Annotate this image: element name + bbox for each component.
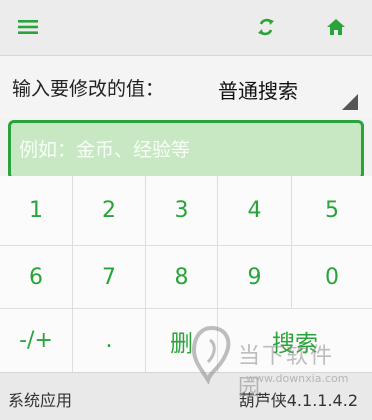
decimal-point-button[interactable]: . xyxy=(73,309,146,372)
key-1[interactable]: 1 xyxy=(0,176,73,246)
dropdown-corner-icon xyxy=(342,94,358,110)
key-6[interactable]: 6 xyxy=(0,246,73,309)
search-mode-value: 普通搜索 xyxy=(218,79,298,103)
sign-toggle-button[interactable]: -/+ xyxy=(0,309,73,372)
value-input-box xyxy=(8,120,364,180)
top-toolbar xyxy=(0,0,372,56)
key-7[interactable]: 7 xyxy=(73,246,146,309)
refresh-icon[interactable] xyxy=(252,14,280,40)
key-9[interactable]: 9 xyxy=(218,246,292,309)
key-5[interactable]: 5 xyxy=(292,176,372,246)
system-apps-label: 系统应用 xyxy=(8,391,73,410)
menu-icon[interactable] xyxy=(14,14,42,40)
value-input[interactable] xyxy=(11,123,361,177)
key-8[interactable]: 8 xyxy=(146,246,218,309)
key-3[interactable]: 3 xyxy=(146,176,218,246)
watermark: 当下软件园 www.downxia.com xyxy=(186,318,356,408)
watermark-logo-icon xyxy=(191,325,231,384)
search-row: 输入要修改的值： 普通搜索 xyxy=(0,56,372,118)
watermark-text: 当下软件园 xyxy=(238,344,335,401)
key-4[interactable]: 4 xyxy=(218,176,292,246)
search-mode-dropdown[interactable]: 普通搜索 xyxy=(210,64,358,110)
watermark-url: www.downxia.com xyxy=(246,372,349,385)
key-2[interactable]: 2 xyxy=(73,176,146,246)
home-icon[interactable] xyxy=(322,14,350,40)
value-input-label: 输入要修改的值： xyxy=(12,78,165,100)
key-0[interactable]: 0 xyxy=(292,246,372,309)
